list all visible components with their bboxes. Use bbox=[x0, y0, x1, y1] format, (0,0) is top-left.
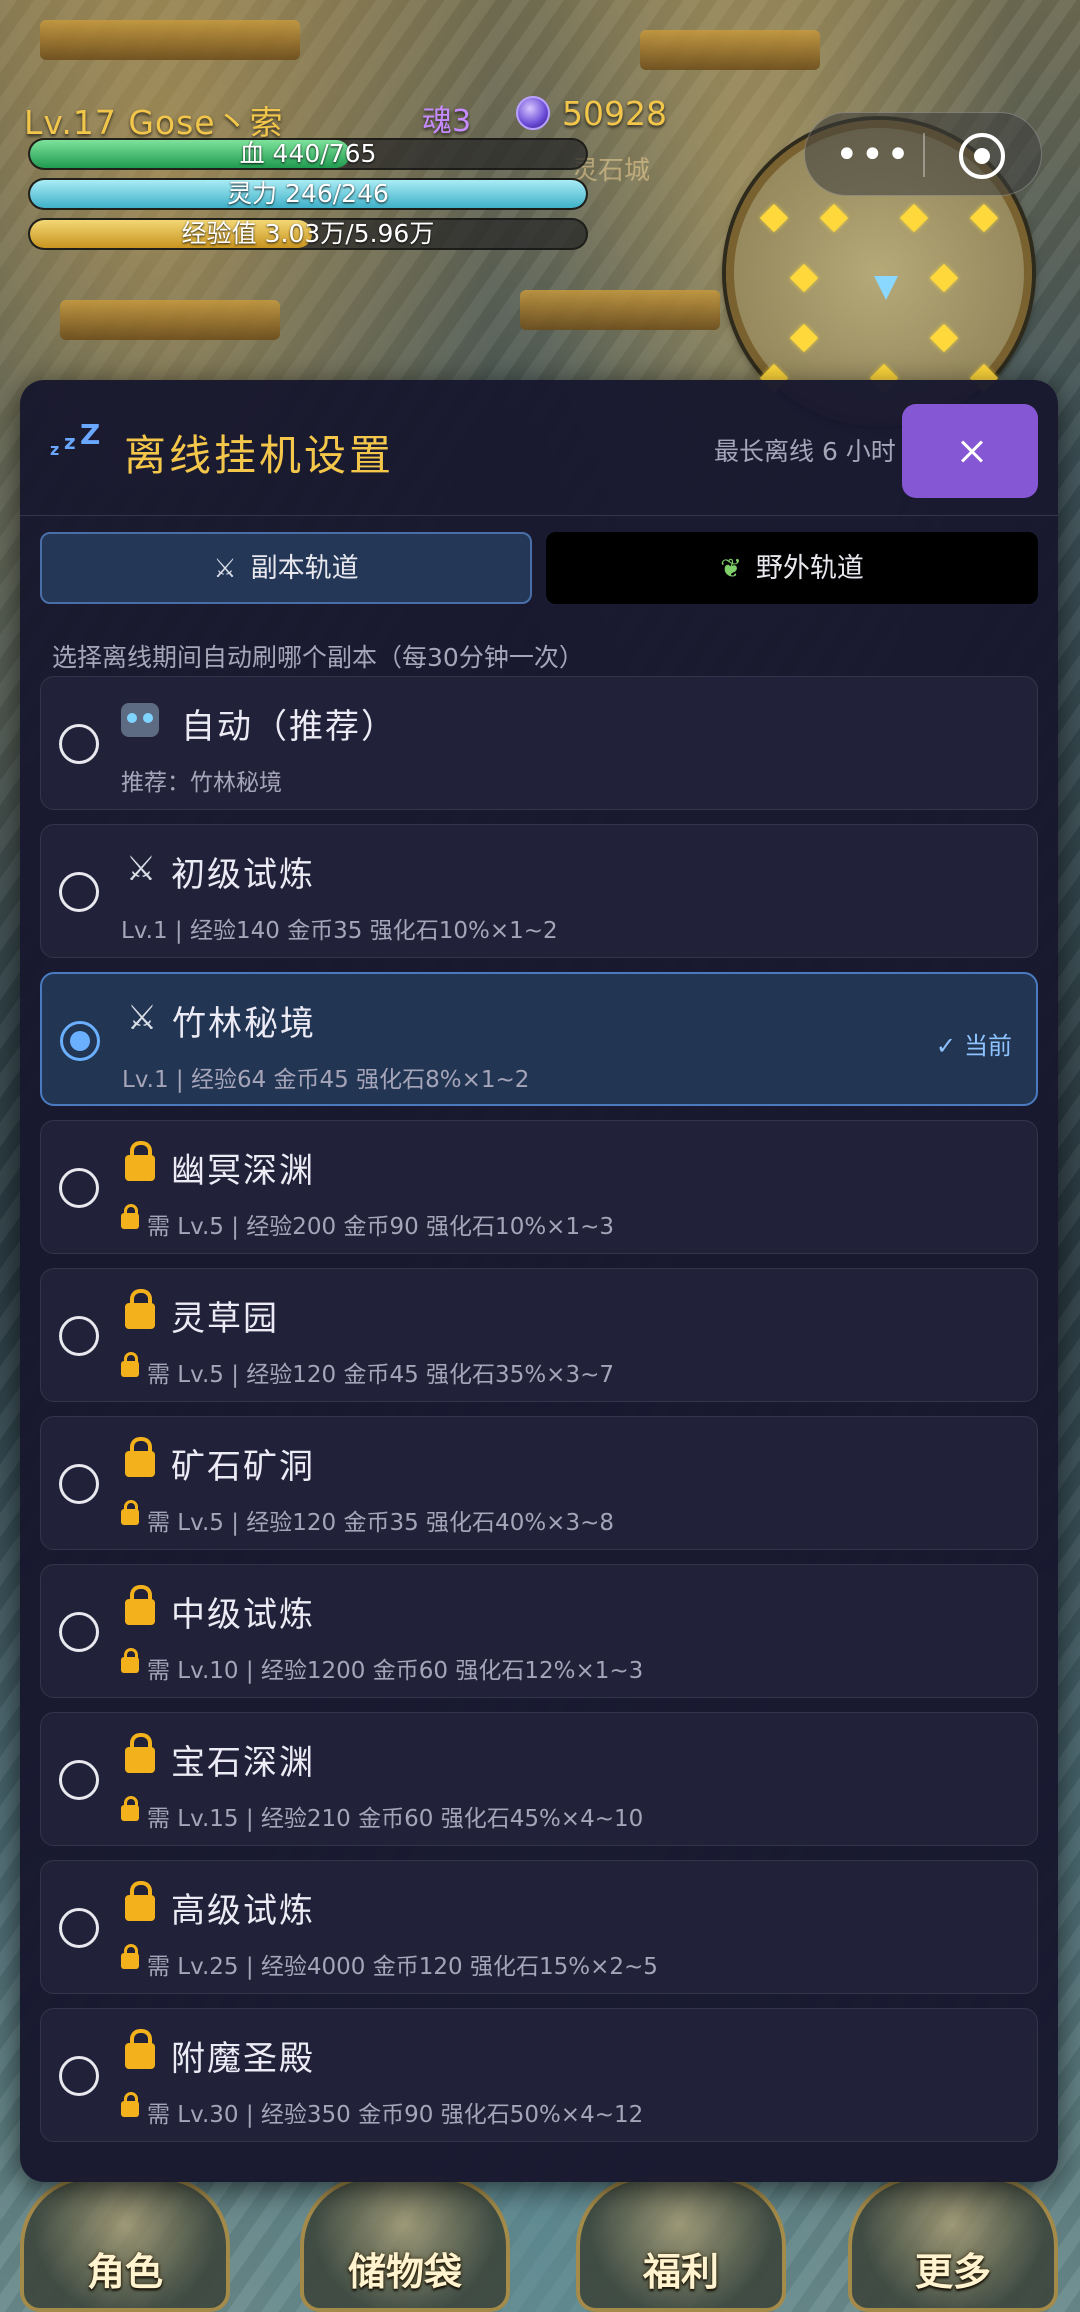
radio-button[interactable] bbox=[59, 724, 99, 764]
dungeon-option[interactable]: 幽冥深渊需 Lv.5 | 经验200 金币90 强化石10%×1~3 bbox=[40, 1120, 1038, 1254]
radio-button[interactable] bbox=[59, 1612, 99, 1652]
dungeon-option[interactable]: ⚔ 初级试炼 Lv.1 | 经验140 金币35 强化石10%×1~2 bbox=[40, 824, 1038, 958]
dungeon-option[interactable]: 高级试炼需 Lv.25 | 经验4000 金币120 强化石15%×2~5 bbox=[40, 1860, 1038, 1994]
lock-icon bbox=[125, 1437, 155, 1477]
dungeon-rewards: 需 Lv.5 | 经验120 金币35 强化石40%×3~8 bbox=[147, 1510, 614, 1536]
more-dots-icon[interactable]: ••• bbox=[835, 135, 910, 175]
radio-button[interactable] bbox=[59, 1908, 99, 1948]
dungeon-option[interactable]: 自动（推荐） 推荐：竹林秘境 bbox=[40, 676, 1038, 810]
lock-icon bbox=[121, 1500, 139, 1525]
dungeon-option[interactable]: 灵草园需 Lv.5 | 经验120 金币45 强化石35%×3~7 bbox=[40, 1268, 1038, 1402]
nav-character[interactable]: 角色 bbox=[20, 2176, 230, 2312]
current-label: 当前 bbox=[964, 1032, 1012, 1060]
nav-welfare-label: 福利 bbox=[642, 2250, 719, 2294]
radio-button[interactable] bbox=[59, 1760, 99, 1800]
tab-wild-track-label: 野外轨道 bbox=[755, 553, 864, 584]
lock-icon bbox=[125, 1881, 155, 1921]
lock-icon bbox=[121, 1796, 139, 1821]
dungeon-title: 自动（推荐） bbox=[181, 707, 397, 747]
mp-bar: 灵力 246/246 bbox=[28, 178, 588, 210]
modal-header: z z Z 离线挂机设置 最长离线 6 小时 bbox=[20, 380, 1058, 516]
dungeon-rewards: 需 Lv.10 | 经验1200 金币60 强化石12%×1~3 bbox=[147, 1658, 644, 1684]
lock-icon bbox=[121, 2092, 139, 2117]
dungeon-rewards: 推荐：竹林秘境 bbox=[121, 770, 282, 796]
dungeon-title: 矿石矿洞 bbox=[171, 1447, 315, 1487]
crossed-swords-icon: ⚔ bbox=[126, 998, 158, 1038]
player-name: Lv.17 Gose丶索 bbox=[24, 103, 284, 142]
radio-button[interactable] bbox=[59, 1168, 99, 1208]
spirit-gem-icon bbox=[516, 96, 550, 130]
dungeon-option[interactable]: 附魔圣殿需 Lv.30 | 经验350 金币90 强化石50%×4~12 bbox=[40, 2008, 1038, 2142]
dungeon-rewards: 需 Lv.5 | 经验120 金币45 强化石35%×3~7 bbox=[147, 1362, 614, 1388]
tab-dungeon-track[interactable]: ⚔ 副本轨道 bbox=[40, 532, 532, 604]
crossed-swords-icon: ⚔ bbox=[125, 849, 157, 889]
nav-storage-bag-label: 储物袋 bbox=[347, 2250, 462, 2294]
crossed-swords-icon: ⚔ bbox=[213, 554, 237, 584]
dungeon-title: 幽冥深渊 bbox=[171, 1151, 315, 1191]
tab-dungeon-track-label: 副本轨道 bbox=[250, 553, 359, 584]
gold-amount: 50928 bbox=[562, 94, 667, 133]
max-offline-label: 最长离线 6 小时 bbox=[714, 437, 896, 466]
dungeon-option[interactable]: 宝石深渊需 Lv.15 | 经验210 金币60 强化石45%×4~10 bbox=[40, 1712, 1038, 1846]
dungeon-rewards: 需 Lv.5 | 经验200 金币90 强化石10%×1~3 bbox=[147, 1214, 614, 1240]
lock-icon bbox=[125, 1733, 155, 1773]
radio-button[interactable] bbox=[60, 1021, 100, 1061]
offline-afk-settings-modal: z z Z 离线挂机设置 最长离线 6 小时 ⚔ 副本轨道 ❦ 野外轨道 选择离线期… bbox=[20, 380, 1058, 2182]
dungeon-option[interactable]: 矿石矿洞需 Lv.5 | 经验120 金币35 强化石40%×3~8 bbox=[40, 1416, 1038, 1550]
dungeon-title: 高级试炼 bbox=[171, 1891, 315, 1931]
lock-icon bbox=[125, 1585, 155, 1625]
current-badge: ✓ 当前 bbox=[936, 1026, 1012, 1061]
dungeon-title: 灵草园 bbox=[171, 1299, 279, 1339]
soul-count: 魂3 bbox=[422, 104, 472, 139]
dungeon-title: 初级试炼 bbox=[171, 855, 315, 895]
dungeon-title: 附魔圣殿 bbox=[171, 2039, 315, 2079]
sprout-icon: ❦ bbox=[720, 554, 742, 584]
lock-icon bbox=[121, 1944, 139, 1969]
nav-character-label: 角色 bbox=[86, 2250, 163, 2294]
nav-more-label: 更多 bbox=[914, 2250, 991, 2294]
robot-icon bbox=[121, 703, 159, 737]
close-button[interactable] bbox=[902, 404, 1038, 498]
dungeon-rewards: Lv.1 | 经验140 金币35 强化石10%×1~2 bbox=[121, 918, 558, 944]
nav-more[interactable]: 更多 bbox=[848, 2176, 1058, 2312]
bottom-nav: 角色 储物袋 福利 更多 bbox=[0, 2160, 1080, 2312]
lock-icon bbox=[125, 1289, 155, 1329]
lock-icon bbox=[121, 1648, 139, 1673]
track-tabs: ⚔ 副本轨道 ❦ 野外轨道 bbox=[40, 532, 1038, 604]
radio-button[interactable] bbox=[59, 1316, 99, 1356]
radio-button[interactable] bbox=[59, 872, 99, 912]
lock-icon bbox=[121, 1352, 139, 1377]
close-target-icon[interactable] bbox=[959, 133, 1005, 179]
nav-welfare[interactable]: 福利 bbox=[576, 2176, 786, 2312]
hp-text: 血 440/765 bbox=[239, 139, 377, 168]
hp-bar: 血 440/765 bbox=[28, 138, 588, 170]
dungeon-rewards: Lv.1 | 经验64 金币45 强化石8%×1~2 bbox=[122, 1067, 530, 1093]
dungeon-option[interactable]: 中级试炼需 Lv.10 | 经验1200 金币60 强化石12%×1~3 bbox=[40, 1564, 1038, 1698]
dungeon-title: 中级试炼 bbox=[171, 1595, 315, 1635]
mp-text: 灵力 246/246 bbox=[227, 179, 389, 208]
tab-wild-track[interactable]: ❦ 野外轨道 bbox=[546, 532, 1038, 604]
lock-icon bbox=[125, 1141, 155, 1181]
sleep-zz-icon: z z Z bbox=[50, 418, 101, 459]
dungeon-rewards: 需 Lv.30 | 经验350 金币90 强化石50%×4~12 bbox=[147, 2102, 644, 2128]
radio-button[interactable] bbox=[59, 2056, 99, 2096]
radio-button[interactable] bbox=[59, 1464, 99, 1504]
game-screen: Lv.17 Gose丶索 魂3 50928 灵石城 血 440/765 灵力 2… bbox=[0, 0, 1080, 2312]
lock-icon bbox=[121, 1204, 139, 1229]
player-position-arrow-icon bbox=[874, 276, 898, 300]
miniprogram-capsule: ••• bbox=[804, 112, 1042, 196]
nav-storage-bag[interactable]: 储物袋 bbox=[300, 2176, 510, 2312]
dungeon-title: 竹林秘境 bbox=[172, 1004, 316, 1044]
xp-text: 经验值 3.03万/5.96万 bbox=[181, 219, 435, 248]
dungeon-rewards: 需 Lv.15 | 经验210 金币60 强化石45%×4~10 bbox=[147, 1806, 644, 1832]
check-icon: ✓ bbox=[935, 1032, 956, 1060]
dungeon-rewards: 需 Lv.25 | 经验4000 金币120 强化石15%×2~5 bbox=[147, 1954, 658, 1980]
lock-icon bbox=[125, 2029, 155, 2069]
modal-title: 离线挂机设置 bbox=[124, 431, 395, 480]
dungeon-option[interactable]: ⚔ 竹林秘境 Lv.1 | 经验64 金币45 强化石8%×1~2 ✓ 当前 bbox=[40, 972, 1038, 1106]
xp-bar: 经验值 3.03万/5.96万 bbox=[28, 218, 588, 250]
selection-hint: 选择离线期间自动刷哪个副本（每30分钟一次） bbox=[52, 643, 584, 672]
dungeon-title: 宝石深渊 bbox=[171, 1743, 315, 1783]
